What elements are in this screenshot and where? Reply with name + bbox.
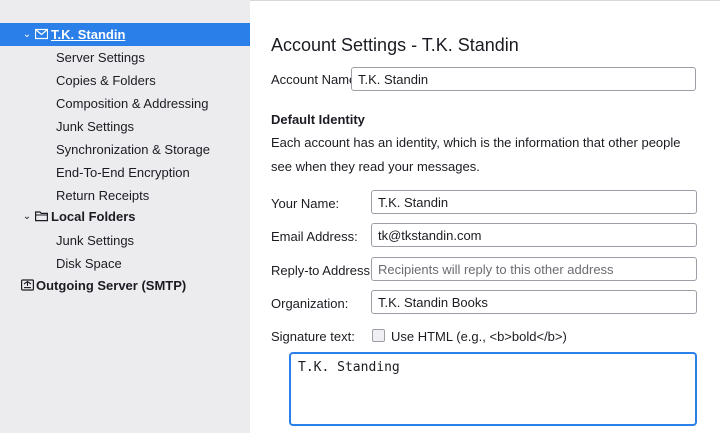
tree-item-server-settings[interactable]: Server Settings bbox=[0, 46, 250, 69]
tree-item-local-junk-settings[interactable]: Junk Settings bbox=[0, 229, 250, 252]
use-html-checkbox[interactable] bbox=[372, 329, 385, 342]
envelope-icon bbox=[35, 28, 48, 40]
outgoing-server-label: Outgoing Server (SMTP) bbox=[36, 278, 187, 293]
tree-item-label: Synchronization & Storage bbox=[56, 142, 210, 157]
tree-item-label: Disk Space bbox=[56, 256, 122, 271]
account-label: T.K. Standin bbox=[51, 27, 126, 42]
account-name-label: Account Name: bbox=[271, 72, 360, 87]
tree-item-junk-settings[interactable]: Junk Settings bbox=[0, 115, 250, 138]
account-name-input[interactable] bbox=[351, 67, 696, 91]
organization-input[interactable] bbox=[371, 290, 697, 314]
signature-text-label: Signature text: bbox=[271, 329, 355, 344]
chevron-down-icon[interactable]: ⌄ bbox=[21, 205, 33, 228]
organization-label: Organization: bbox=[271, 296, 349, 311]
account-tree-sidebar: ⌄ T.K. Standin Server Settings Copies & … bbox=[0, 0, 250, 433]
tree-item-label: Copies & Folders bbox=[56, 73, 156, 88]
tree-item-synchronization-storage[interactable]: Synchronization & Storage bbox=[0, 138, 250, 161]
local-folders-label: Local Folders bbox=[51, 209, 136, 224]
tree-item-return-receipts[interactable]: Return Receipts bbox=[0, 184, 250, 207]
reply-to-input[interactable] bbox=[371, 257, 697, 281]
tree-item-local-folders[interactable]: ⌄ Local Folders bbox=[0, 205, 250, 228]
chevron-down-icon[interactable]: ⌄ bbox=[21, 23, 33, 46]
account-settings-pane: Account Settings - T.K. Standin Account … bbox=[250, 0, 720, 433]
tree-item-label: Junk Settings bbox=[56, 233, 135, 248]
tree-item-disk-space[interactable]: Disk Space bbox=[0, 252, 250, 275]
email-address-label: Email Address: bbox=[271, 229, 358, 244]
signature-textarea[interactable]: T.K. Standing bbox=[289, 352, 697, 426]
tree-item-label: End-To-End Encryption bbox=[56, 165, 190, 180]
tree-item-label: Return Receipts bbox=[56, 188, 150, 203]
tree-item-label: Server Settings bbox=[56, 50, 145, 65]
tree-item-end-to-end-encryption[interactable]: End-To-End Encryption bbox=[0, 161, 250, 184]
page-title: Account Settings - T.K. Standin bbox=[271, 35, 519, 55]
default-identity-description: Each account has an identity, which is t… bbox=[271, 135, 681, 174]
tree-item-composition-addressing[interactable]: Composition & Addressing bbox=[0, 92, 250, 115]
default-identity-heading: Default Identity bbox=[271, 112, 365, 127]
tree-item-label: Junk Settings bbox=[56, 119, 135, 134]
tree-item-account[interactable]: ⌄ T.K. Standin bbox=[0, 23, 250, 46]
tree-item-outgoing-server[interactable]: Outgoing Server (SMTP) bbox=[0, 274, 250, 297]
your-name-label: Your Name: bbox=[271, 196, 340, 211]
email-address-input[interactable] bbox=[371, 223, 697, 247]
use-html-label[interactable]: Use HTML (e.g., <b>bold</b>) bbox=[391, 329, 567, 344]
your-name-input[interactable] bbox=[371, 190, 697, 214]
outbox-icon bbox=[21, 279, 34, 291]
folder-icon bbox=[35, 211, 48, 222]
tree-item-copies-folders[interactable]: Copies & Folders bbox=[0, 69, 250, 92]
tree-item-label: Composition & Addressing bbox=[56, 96, 209, 111]
reply-to-label: Reply-to Address: bbox=[271, 263, 374, 278]
